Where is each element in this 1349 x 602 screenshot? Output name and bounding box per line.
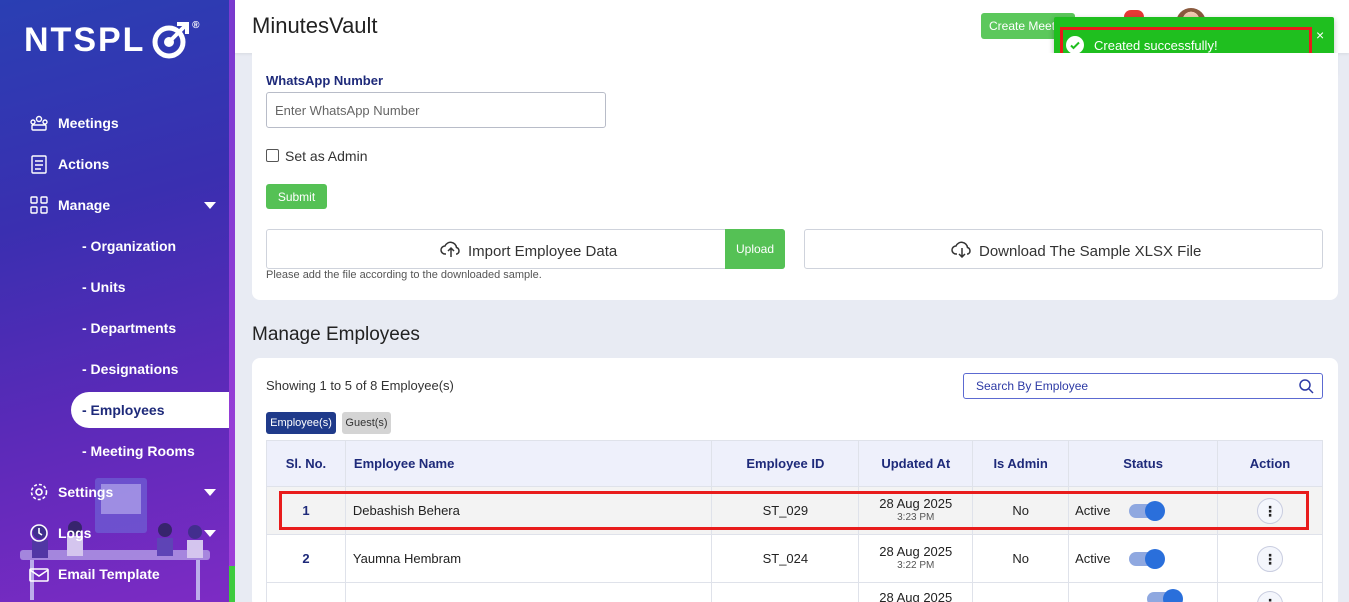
row-date: 28 Aug 2025 (879, 543, 953, 559)
sidebar-subitem-units[interactable]: - Units (71, 269, 230, 305)
logs-icon (28, 522, 50, 544)
sidebar-subitem-meeting-rooms[interactable]: - Meeting Rooms (71, 433, 230, 469)
chevron-down-icon[interactable] (204, 529, 216, 537)
row-action: ⋮ (1217, 534, 1323, 583)
sidebar-subitem-departments[interactable]: - Departments (71, 310, 230, 346)
sidebar-item-logs[interactable]: Logs (0, 515, 230, 551)
employee-form-card: WhatsApp Number Set as Admin Submit Impo… (252, 53, 1338, 300)
close-icon[interactable]: × (1316, 27, 1324, 43)
sidebar-item-label: Manage (58, 197, 111, 213)
import-employee-data-box[interactable]: Import Employee Data (266, 229, 785, 269)
col-updated-at: Updated At (858, 440, 974, 487)
employee-list-card: Showing 1 to 5 of 8 Employee(s) Employee… (252, 358, 1338, 602)
row-sl: 2 (266, 534, 346, 583)
employee-search[interactable] (963, 373, 1323, 399)
upload-button[interactable]: Upload (725, 229, 785, 269)
table-row: 28 Aug 2025 ⋮ (266, 582, 1323, 602)
sidebar-item-meetings[interactable]: Meetings (0, 105, 230, 141)
set-admin-checkbox[interactable] (266, 149, 279, 162)
cloud-upload-icon (440, 240, 462, 262)
col-action: Action (1217, 440, 1323, 487)
row-admin: No (972, 534, 1070, 583)
download-sample-button[interactable]: Download The Sample XLSX File (804, 229, 1323, 269)
row-id (711, 582, 860, 602)
manage-icon (28, 194, 50, 216)
sidebar: NTSPL ® Meetings Actions Manage - Organi… (0, 0, 230, 602)
showing-count: Showing 1 to 5 of 8 Employee(s) (266, 378, 454, 393)
actions-icon (28, 153, 50, 175)
meetings-icon (28, 112, 50, 134)
row-sl (266, 582, 346, 602)
logo-mark-icon: ® (151, 20, 199, 60)
sidebar-item-label: Actions (58, 156, 110, 172)
status-toggle[interactable] (1147, 588, 1184, 602)
status-toggle[interactable] (1128, 548, 1165, 569)
row-action: ⋮ (1217, 582, 1323, 602)
col-status: Status (1068, 440, 1219, 487)
import-label: Import Employee Data (468, 242, 618, 260)
sidebar-subitem-designations[interactable]: - Designations (71, 351, 230, 387)
search-icon[interactable] (1299, 379, 1314, 399)
sidebar-item-label: Logs (58, 525, 92, 541)
settings-icon (28, 481, 50, 503)
row-id: ST_024 (711, 534, 860, 583)
row-updated: 28 Aug 2025 (858, 582, 974, 602)
table-row: 2 Yaumna Hembram ST_024 28 Aug 2025 3:22 … (266, 534, 1323, 583)
registered-mark: ® (192, 20, 202, 31)
sidebar-item-email-template[interactable]: Email Template (0, 556, 230, 592)
sidebar-item-manage[interactable]: Manage (0, 187, 230, 223)
tab-employees[interactable]: Employee(s) (266, 412, 336, 434)
sidebar-item-label: Email Template (58, 566, 160, 582)
brand-logo[interactable]: NTSPL ® (24, 20, 199, 60)
row-date: 28 Aug 2025 (879, 589, 953, 602)
brand-name: NTSPL (24, 20, 146, 59)
more-options-button[interactable]: ⋮ (1257, 590, 1284, 602)
row-status (1068, 582, 1219, 602)
chevron-down-icon[interactable] (204, 488, 216, 496)
row-name: Yaumna Hembram (344, 534, 713, 583)
row-updated: 28 Aug 2025 3:22 PM (858, 534, 974, 583)
page-title: MinutesVault (252, 13, 378, 38)
section-title: Manage Employees (252, 324, 420, 345)
sidebar-item-label: Settings (58, 484, 114, 500)
row-highlight-box (279, 491, 1309, 530)
download-label: Download The Sample XLSX File (979, 242, 1202, 260)
row-time: 3:22 PM (897, 559, 935, 571)
whatsapp-input[interactable] (266, 92, 606, 128)
col-is-admin: Is Admin (972, 440, 1070, 487)
email-icon (28, 563, 50, 585)
submit-button[interactable]: Submit (266, 184, 327, 209)
sidebar-item-label: Meetings (58, 115, 119, 131)
sidebar-edge-accent (229, 566, 235, 602)
row-status: Active (1068, 534, 1219, 583)
more-options-button[interactable]: ⋮ (1257, 545, 1284, 572)
import-hint: Please add the file according to the dow… (266, 269, 542, 281)
table-header-row: Sl. No. Employee Name Employee ID Update… (266, 440, 1323, 487)
row-name (344, 582, 713, 602)
sidebar-edge (229, 0, 235, 602)
chevron-down-icon[interactable] (204, 201, 216, 209)
cloud-download-icon (951, 240, 973, 262)
sidebar-item-actions[interactable]: Actions (0, 146, 230, 182)
sidebar-subitem-organization[interactable]: - Organization (71, 228, 230, 264)
whatsapp-label: WhatsApp Number (266, 73, 383, 88)
row-admin (972, 582, 1070, 602)
set-admin-label: Set as Admin (285, 148, 368, 164)
col-employee-id: Employee ID (711, 440, 860, 487)
sidebar-subitem-employees[interactable]: - Employees (71, 392, 230, 428)
search-input[interactable] (964, 374, 1294, 398)
col-sl-no: Sl. No. (266, 440, 346, 487)
sidebar-item-settings[interactable]: Settings (0, 474, 230, 510)
tab-guests[interactable]: Guest(s) (342, 412, 391, 434)
col-employee-name: Employee Name (344, 440, 713, 487)
status-label: Active (1075, 551, 1111, 566)
